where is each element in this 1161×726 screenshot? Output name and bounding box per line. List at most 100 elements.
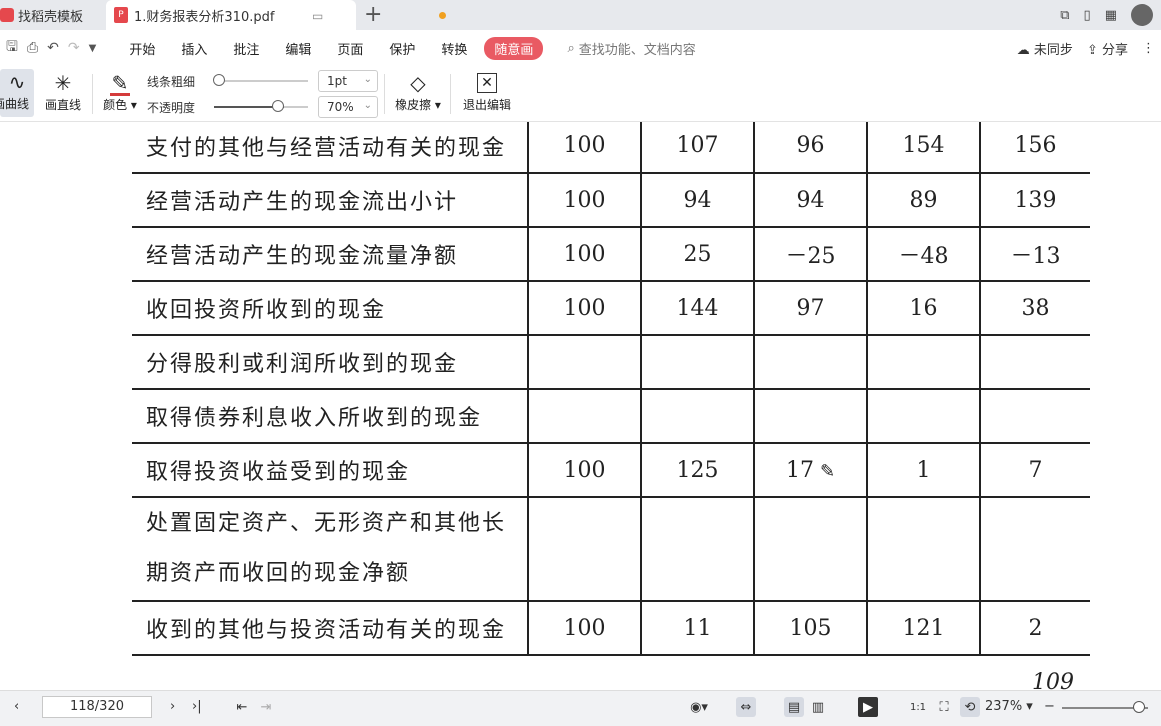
double-page-icon[interactable]: ▥: [808, 697, 828, 717]
apps-grid-icon[interactable]: ▦: [1105, 8, 1117, 23]
eye-protect-icon[interactable]: ◉▾: [684, 697, 714, 717]
back-icon[interactable]: ⇤: [232, 697, 252, 717]
menu-start[interactable]: 开始: [116, 39, 168, 58]
opacity-select[interactable]: 70% ⌄: [318, 96, 378, 118]
value-cell: －25: [754, 227, 868, 282]
zoom-out-icon[interactable]: −: [1044, 699, 1055, 714]
value-cell: [867, 389, 981, 444]
redo-icon[interactable]: ↷: [68, 40, 80, 56]
tab-template[interactable]: 找稻壳模板: [0, 0, 104, 30]
menu-freehand[interactable]: 随意画: [484, 36, 544, 60]
sync-label: 未同步: [1033, 42, 1073, 58]
search-box[interactable]: ⌕ 查找功能、文档内容: [567, 39, 695, 58]
docer-logo-icon: [0, 8, 14, 22]
value-cell: －48: [867, 227, 981, 282]
row-label: 收到的其他与投资活动有关的现金: [132, 601, 529, 656]
page-input[interactable]: 118/320: [42, 696, 152, 718]
value-cell: 100: [528, 173, 642, 228]
document-view[interactable]: 支付的其他与经营活动有关的现金 100 107 96 154 156 经营活动产生的现金流出…: [0, 122, 1161, 690]
tab-count-icon[interactable]: ⧉: [1060, 8, 1069, 23]
table-row: 经营活动产生的现金流量净额 100 25 －25 －48 －13: [132, 227, 1090, 282]
undo-icon[interactable]: ↶: [47, 40, 59, 56]
menu-annotate[interactable]: 批注: [220, 39, 272, 58]
rotate-icon[interactable]: ⟲: [960, 697, 980, 717]
page-number: 109: [1032, 670, 1074, 690]
table-row: 收到的其他与投资活动有关的现金 100 11 105 121 2: [132, 601, 1090, 656]
share-icon: ⇪: [1086, 42, 1098, 58]
prev-page-icon[interactable]: ‹: [14, 699, 19, 714]
value-cell: 100: [528, 443, 642, 498]
share-label: 分享: [1101, 42, 1128, 58]
value-cell: [980, 335, 1090, 390]
fit-page-icon[interactable]: ⛶: [934, 697, 954, 717]
chevron-down-icon: ⌄: [363, 100, 372, 111]
last-page-icon[interactable]: ›|: [192, 699, 202, 714]
exit-edit-button[interactable]: ✕ 退出编辑: [458, 70, 516, 113]
single-page-icon[interactable]: ▤: [784, 697, 804, 717]
menu-page[interactable]: 页面: [324, 39, 376, 58]
eraser-button[interactable]: ◇ 橡皮擦 ▾: [392, 70, 444, 113]
zoom-level[interactable]: 237% ▾: [985, 699, 1033, 714]
search-icon: ⌕: [567, 40, 575, 56]
new-tab-button[interactable]: +: [364, 2, 382, 27]
draw-line-label: 画直线: [44, 98, 81, 112]
opacity-knob[interactable]: [272, 100, 284, 112]
more-icon[interactable]: ⋮: [1142, 41, 1155, 56]
window-icon[interactable]: ▭: [312, 9, 323, 23]
eraser-icon: ◇: [410, 71, 426, 95]
zoom-knob[interactable]: [1133, 701, 1145, 713]
draw-curve-button[interactable]: ∿ 画曲线: [0, 69, 34, 117]
menu-convert[interactable]: 转换: [428, 39, 480, 58]
tab-document[interactable]: P 1.财务报表分析310.pdf ▭: [106, 0, 446, 30]
value-cell: 11: [641, 601, 755, 656]
table-row: 经营活动产生的现金流出小计 100 94 94 89 139: [132, 173, 1090, 228]
menu-insert[interactable]: 插入: [168, 39, 220, 58]
stroke-width-knob[interactable]: [213, 74, 225, 86]
menu-edit[interactable]: 编辑: [272, 39, 324, 58]
avatar[interactable]: [1131, 4, 1153, 26]
row-label: 经营活动产生的现金流出小计: [132, 173, 529, 228]
value-cell: 100: [528, 281, 642, 336]
cloud-icon: ☁: [1016, 42, 1030, 58]
color-button[interactable]: ✎ 颜色 ▾: [100, 70, 140, 113]
chevron-down-icon: ⌄: [363, 74, 372, 85]
opacity-slider-rest: [284, 106, 308, 108]
quick-access: 🖫 ⎙ ↶ ↷ ▼: [0, 36, 96, 60]
share-button[interactable]: ⇪ 分享: [1087, 39, 1128, 58]
row-label: 取得债券利息收入所收到的现金: [132, 389, 529, 444]
close-icon: ✕: [477, 73, 497, 93]
menu-protect[interactable]: 保护: [376, 39, 428, 58]
sync-button[interactable]: ☁ 未同步: [1017, 39, 1073, 58]
forward-icon[interactable]: ⇥: [256, 697, 276, 717]
draw-line-button[interactable]: ✳ 画直线: [42, 70, 84, 113]
actual-size-icon[interactable]: 1:1: [908, 697, 928, 717]
row-label: 分得股利或利润所收到的现金: [132, 335, 529, 390]
chevron-down-icon[interactable]: ▼: [89, 43, 97, 54]
value-cell: 125: [641, 443, 755, 498]
value-cell: [754, 335, 868, 390]
window-controls: ⧉ ▯ ▦: [1060, 0, 1161, 30]
stroke-width-select[interactable]: 1pt ⌄: [318, 70, 378, 92]
value-cell: 100: [528, 227, 642, 282]
stroke-width-value: 1pt: [327, 74, 347, 88]
eraser-label: 橡皮擦 ▾: [395, 98, 441, 112]
menu-tabs: 开始 插入 批注 编辑 页面 保护 转换 随意画: [116, 36, 544, 60]
status-bar: ‹ 118/320 › ›| ⇤ ⇥ ◉▾ ⇔ ▤ ▥ ▶ 1:1 ⛶ ⟲ 23…: [0, 690, 1161, 726]
stroke-width-label: 线条粗细: [147, 75, 196, 89]
toolbar-divider: [450, 74, 451, 114]
tab-document-label: 1.财务报表分析310.pdf: [134, 9, 275, 25]
save-icon[interactable]: 🖫: [6, 36, 18, 60]
value-cell: [528, 389, 642, 444]
value-cell: 154: [867, 122, 981, 174]
stroke-width-slider[interactable]: [214, 80, 308, 82]
print-icon[interactable]: ⎙: [27, 40, 38, 56]
row-label: 支付的其他与经营活动有关的现金: [132, 122, 529, 174]
table-row: 取得投资收益受到的现金 100 125 17 ✎ 1 7: [132, 443, 1090, 498]
fit-width-icon[interactable]: ⇔: [736, 697, 756, 717]
next-page-icon[interactable]: ›: [170, 699, 175, 714]
table-row: 分得股利或利润所收到的现金: [132, 335, 1090, 390]
value-cell: [867, 497, 981, 602]
layout-icon[interactable]: ▯: [1084, 8, 1091, 23]
play-icon[interactable]: ▶: [858, 697, 878, 717]
row-label: 取得投资收益受到的现金: [132, 443, 529, 498]
